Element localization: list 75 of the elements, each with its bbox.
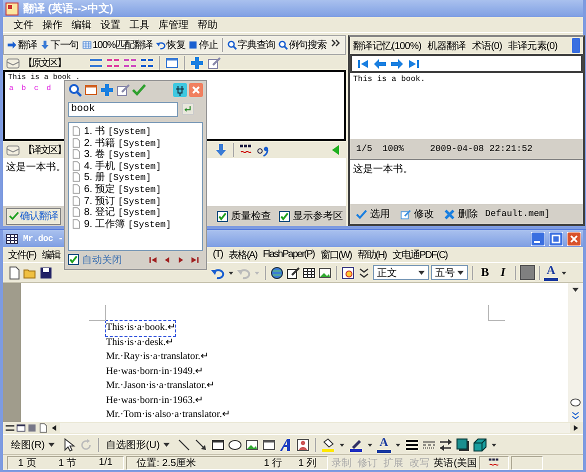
- font-size-dropdown[interactable]: 五号: [431, 265, 468, 280]
- format-button[interactable]: I: [495, 264, 511, 280]
- toolbar-button[interactable]: 100%匹配翻译: [80, 37, 154, 53]
- font-color-button[interactable]: A: [376, 436, 391, 452]
- status-text: 1 页: [18, 456, 36, 470]
- menu-item[interactable]: 窗口(W): [317, 248, 354, 262]
- result-item[interactable]: 7. 预订 [System]: [71, 194, 162, 206]
- panel-title: 【原文区】: [23, 56, 66, 70]
- menu-item[interactable]: (T): [212, 249, 226, 260]
- result-item[interactable]: 1. 书 [System]: [71, 125, 152, 137]
- status-text: 位置: 2.5厘米: [136, 456, 196, 470]
- menu-item[interactable]: 编辑: [38, 248, 63, 262]
- format-button[interactable]: B: [477, 264, 493, 280]
- status-text: 1 列: [298, 456, 317, 470]
- menu-item[interactable]: 编辑: [67, 18, 96, 32]
- tab[interactable]: 非译元素(0): [508, 38, 558, 52]
- checkbox-label: 自动关闭: [82, 254, 122, 267]
- checkbox-label: 显示参考区: [293, 210, 344, 223]
- match-date: 2009-04-08 22:21:52: [430, 144, 533, 154]
- source-text: This is a book.: [353, 75, 426, 84]
- action-button[interactable]: 修改: [397, 207, 438, 221]
- result-item[interactable]: 8. 登记 [System]: [71, 206, 162, 218]
- menu-item[interactable]: 库管理: [154, 18, 193, 32]
- toolbar-button[interactable]: 翻译: [6, 37, 38, 53]
- menu-item[interactable]: 文电通PDF(C): [389, 248, 450, 262]
- target-text: 这是一本书。: [6, 162, 66, 174]
- search-field[interactable]: book: [68, 102, 178, 117]
- document-line: He·was·born·in·1963.↵: [106, 394, 204, 408]
- checkbox-label: 质量检查: [231, 210, 272, 223]
- menu-item[interactable]: 工具: [125, 18, 154, 32]
- result-item[interactable]: 3. 卷 [System]: [71, 148, 152, 160]
- toolbar-button[interactable]: 例句搜索: [276, 37, 328, 53]
- menu-item[interactable]: 帮助: [193, 18, 222, 32]
- menu-item[interactable]: 帮助(H): [354, 248, 390, 262]
- document-line: Mr.·Jason·is·a·translator.↵: [106, 379, 215, 393]
- confirm-button[interactable]: 确认翻译: [6, 208, 61, 224]
- match-score: 100%: [382, 144, 404, 154]
- window-title: 翻译 (英语-->中文): [23, 2, 114, 16]
- tab[interactable]: 术语(0): [472, 38, 502, 52]
- action-button[interactable]: 删除: [441, 207, 482, 221]
- result-item[interactable]: 6. 预定 [System]: [71, 183, 162, 195]
- menu-item[interactable]: 文件(F): [5, 248, 39, 262]
- menu-item[interactable]: 文件: [9, 18, 38, 32]
- target-text: 这是一本书。: [353, 164, 414, 175]
- menu-item[interactable]: 设置: [96, 18, 125, 32]
- draw-menu[interactable]: 绘图(R): [9, 438, 59, 452]
- memory-name: Default.mem]: [485, 209, 551, 219]
- menu-item[interactable]: 操作: [38, 18, 67, 32]
- tab[interactable]: 翻译记忆(100%): [353, 38, 422, 52]
- style-dropdown[interactable]: 正文: [373, 265, 429, 280]
- result-item[interactable]: 2. 书籍 [System]: [71, 136, 162, 148]
- panel-title: 【译文区】: [23, 144, 66, 157]
- match-index: 1/5: [356, 144, 372, 154]
- status-text: 1 行: [264, 456, 282, 470]
- action-button[interactable]: 选用: [353, 207, 394, 221]
- toolbar-button[interactable]: 字典查询: [226, 37, 276, 53]
- result-item[interactable]: 5. 册 [System]: [71, 172, 152, 184]
- language-status: 英语(美国: [434, 456, 477, 470]
- menu-item[interactable]: FlashPaper(P): [260, 249, 318, 260]
- toolbar-button[interactable]: 恢复: [154, 37, 186, 53]
- document-line: Mr.·Ray·is·a·translator.↵: [106, 350, 208, 364]
- document-line: He·was·born·in·1949.↵: [106, 364, 204, 378]
- autoshapes-menu[interactable]: 自选图形(U): [104, 438, 174, 452]
- document-line: This·is·a·desk.↵: [106, 336, 174, 350]
- status-text: 1/1: [98, 457, 113, 468]
- document-line: This·is·a·book.↵: [106, 321, 176, 336]
- toolbar-button[interactable]: 停止: [187, 37, 219, 53]
- result-item[interactable]: 4. 手机 [System]: [71, 160, 162, 172]
- toolbar-button[interactable]: 下一句: [38, 37, 80, 53]
- status-text: 1 节: [58, 456, 77, 470]
- window-title: Mr.doc -: [23, 234, 64, 244]
- result-item[interactable]: 9. 工作簿 [System]: [71, 218, 172, 230]
- document-line: Mr.·Tom·is·also·a·translator.↵: [106, 408, 230, 422]
- tab[interactable]: 机器翻译: [427, 38, 466, 52]
- menu-item[interactable]: 表格(A): [226, 248, 260, 262]
